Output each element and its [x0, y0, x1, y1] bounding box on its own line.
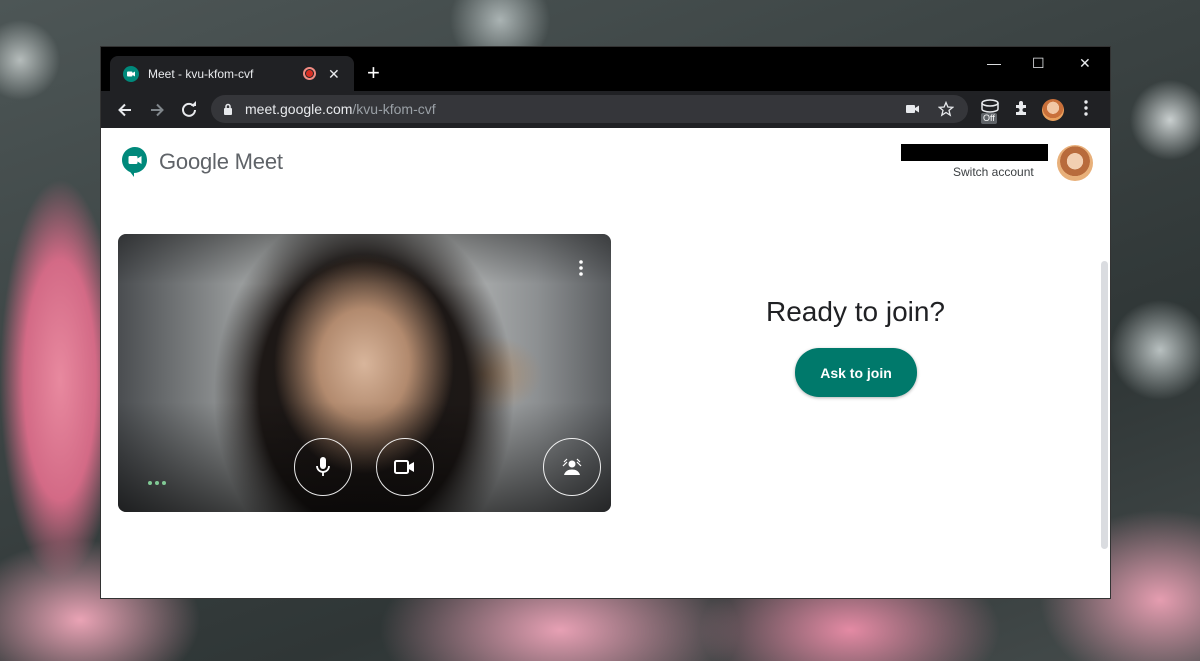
url-path: /kvu-kfom-cvf — [352, 101, 436, 117]
switch-account-link[interactable]: Switch account — [953, 165, 1034, 179]
bookmark-star-icon[interactable] — [938, 101, 954, 117]
minimize-button[interactable]: — — [987, 55, 1001, 71]
reload-icon[interactable] — [179, 100, 199, 120]
title-bar: Meet - kvu-kfom-cvf ✕ + — ☐ ✕ — [101, 47, 1110, 91]
camera-permission-icon[interactable] — [905, 101, 921, 117]
url-host: meet.google.com — [245, 101, 353, 117]
video-preview — [118, 234, 611, 512]
background-effects-icon — [562, 458, 582, 475]
logo-text: Google Meet — [159, 149, 283, 174]
close-window-button[interactable]: ✕ — [1079, 55, 1091, 72]
ask-to-join-button[interactable]: Ask to join — [795, 348, 917, 397]
meet-page: Google Meet Switch account Ready to join… — [101, 128, 1110, 598]
recording-indicator-icon — [303, 67, 316, 80]
tab-meet[interactable]: Meet - kvu-kfom-cvf ✕ — [110, 56, 354, 91]
account-avatar[interactable] — [1057, 145, 1093, 181]
url-text[interactable]: meet.google.com/kvu-kfom-cvf — [245, 101, 436, 117]
microphone-toggle-button[interactable] — [294, 438, 352, 496]
address-bar[interactable]: meet.google.com/kvu-kfom-cvf — [211, 95, 968, 123]
redacted-account-email — [901, 144, 1048, 161]
extensions-puzzle-icon[interactable] — [1013, 99, 1031, 117]
lock-icon[interactable] — [223, 103, 233, 115]
video-bottom-shade — [118, 402, 611, 512]
connection-indicator-icon — [148, 481, 166, 485]
page-scrollbar[interactable] — [1101, 261, 1108, 549]
new-tab-button[interactable]: + — [367, 62, 380, 84]
chrome-menu-icon[interactable] — [1083, 99, 1089, 117]
video-top-shade — [118, 234, 611, 284]
maximize-button[interactable]: ☐ — [1032, 55, 1045, 72]
visual-effects-button[interactable] — [543, 438, 601, 496]
back-arrow-icon[interactable] — [115, 100, 135, 120]
profile-avatar[interactable] — [1042, 99, 1064, 121]
forward-arrow-icon[interactable] — [147, 100, 167, 120]
more-options-icon[interactable] — [578, 259, 584, 277]
browser-window: Meet - kvu-kfom-cvf ✕ + — ☐ ✕ meet.googl… — [101, 47, 1110, 598]
google-meet-logo[interactable]: Google Meet — [121, 146, 283, 178]
tab-title: Meet - kvu-kfom-cvf — [148, 66, 254, 81]
browser-toolbar: meet.google.com/kvu-kfom-cvf — [101, 91, 1110, 128]
ready-to-join-heading: Ready to join? — [766, 296, 946, 327]
tab-close-button[interactable]: ✕ — [328, 67, 340, 81]
microphone-icon — [316, 457, 330, 476]
meet-favicon-icon — [123, 65, 139, 82]
meet-logo-icon — [122, 147, 147, 177]
video-camera-icon — [394, 460, 414, 474]
extension-off-badge: Off — [981, 113, 997, 124]
camera-toggle-button[interactable] — [376, 438, 434, 496]
